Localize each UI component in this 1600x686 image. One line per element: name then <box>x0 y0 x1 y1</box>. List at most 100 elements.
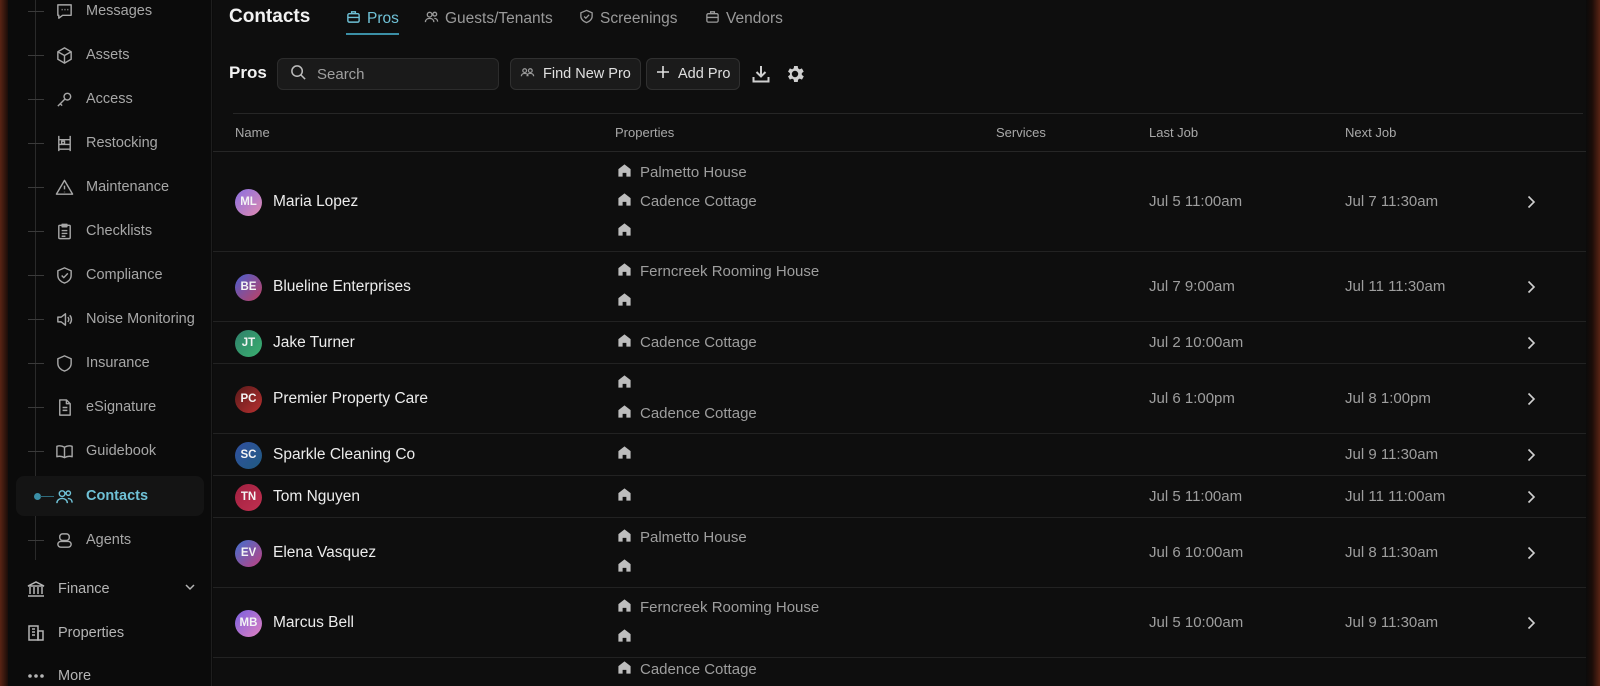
chevron-right-icon[interactable] <box>1524 392 1538 406</box>
property-item[interactable]: Cadence Cottage <box>617 660 757 679</box>
sidebar-item-label: Restocking <box>86 135 158 151</box>
sidebar-item-access[interactable]: Access <box>8 79 204 119</box>
column-header-last-job[interactable]: Last Job <box>1149 125 1198 140</box>
home-icon <box>617 374 632 393</box>
last-job-cell: Jul 6 10:00am <box>1149 544 1244 561</box>
table-row[interactable]: PC Premier Property Care Cadence Cottage Ju… <box>213 364 1586 434</box>
sidebar-item-properties[interactable]: Properties <box>18 613 204 653</box>
avatar-initials: MB <box>239 617 258 629</box>
property-item[interactable] <box>617 292 640 311</box>
contact-name: Marcus Bell <box>273 614 354 631</box>
sidebar-item-compliance[interactable]: Compliance <box>8 255 204 295</box>
add-pro-label: Add Pro <box>678 66 731 82</box>
plus-icon <box>656 65 670 83</box>
chevron-right-icon[interactable] <box>1524 490 1538 504</box>
property-item[interactable] <box>617 558 640 577</box>
sidebar-item-more[interactable]: More <box>18 656 204 686</box>
shield-check-icon <box>579 9 594 29</box>
table-row[interactable]: TN Tom Nguyen Jul 5 11:00am Jul 11 11:00am <box>213 476 1586 518</box>
property-item[interactable]: Ferncreek Rooming House <box>617 598 819 617</box>
column-header-name[interactable]: Name <box>235 125 270 140</box>
home-icon <box>617 222 632 241</box>
property-item[interactable]: Palmetto House <box>617 163 747 182</box>
agent-icon <box>54 530 74 550</box>
next-job-cell: Jul 11 11:00am <box>1345 488 1446 505</box>
sidebar-item-maintenance[interactable]: Maintenance <box>8 167 204 207</box>
chevron-down-icon[interactable] <box>184 581 196 597</box>
sidebar-item-label: Properties <box>58 625 125 641</box>
column-header-next-job[interactable]: Next Job <box>1345 125 1396 140</box>
gear-icon[interactable] <box>783 62 807 86</box>
sidebar-item-esignature[interactable]: eSignature <box>8 387 204 427</box>
column-header-properties[interactable]: Properties <box>615 125 674 140</box>
property-item[interactable] <box>617 222 640 241</box>
search-input[interactable] <box>317 65 477 83</box>
tab-label: Screenings <box>600 10 678 27</box>
property-item[interactable] <box>617 445 640 464</box>
sidebar-item-label: Finance <box>58 581 110 597</box>
more-dots-icon <box>26 666 46 686</box>
chevron-right-icon[interactable] <box>1524 546 1538 560</box>
search-box[interactable] <box>277 58 499 90</box>
sidebar-item-label: Checklists <box>86 223 153 239</box>
home-icon <box>617 660 632 679</box>
property-item[interactable]: Palmetto House <box>617 528 747 547</box>
add-pro-button[interactable]: Add Pro <box>646 58 741 90</box>
property-name: Palmetto House <box>640 529 747 547</box>
property-name: Cadence Cottage <box>640 404 757 422</box>
sidebar-item-noise-monitoring[interactable]: Noise Monitoring <box>8 299 204 339</box>
sidebar-item-assets[interactable]: Assets <box>8 35 204 75</box>
property-item[interactable] <box>617 374 640 393</box>
tab-vendors[interactable]: Vendors <box>705 7 783 31</box>
sidebar-item-restocking[interactable]: Restocking <box>8 123 204 163</box>
sidebar-item-messages[interactable]: Messages <box>8 0 204 31</box>
chevron-right-icon[interactable] <box>1524 336 1538 350</box>
table-row[interactable]: ML Maria Lopez Palmetto House Cadence Cotta… <box>213 152 1586 252</box>
bank-icon <box>26 579 46 599</box>
tab-pros[interactable]: Pros <box>346 7 399 35</box>
page-header: Contacts Pros Guests/Tenants Screenings … <box>213 0 1586 40</box>
sidebar-item-label: eSignature <box>86 399 157 415</box>
chevron-right-icon[interactable] <box>1524 280 1538 294</box>
tab-guests-tenants[interactable]: Guests/Tenants <box>424 7 553 31</box>
property-item[interactable]: Ferncreek Rooming House <box>617 262 819 281</box>
sidebar-item-insurance[interactable]: Insurance <box>8 343 204 383</box>
shield-check-icon <box>54 265 74 285</box>
chevron-right-icon[interactable] <box>1524 195 1538 209</box>
sidebar-item-label: Guidebook <box>86 443 157 459</box>
tree-connector <box>28 230 44 232</box>
warning-icon <box>54 177 74 197</box>
chevron-right-icon[interactable] <box>1524 616 1538 630</box>
avatar-initials: JT <box>241 337 256 349</box>
home-icon <box>617 262 632 281</box>
property-item[interactable]: Cadence Cottage <box>617 333 757 352</box>
clipboard-icon <box>54 221 74 241</box>
sidebar-item-label: Agents <box>86 532 132 548</box>
property-item[interactable]: Cadence Cottage <box>617 192 757 211</box>
find-new-pro-button[interactable]: Find New Pro <box>510 58 641 90</box>
table-row[interactable]: Cadence Cottage <box>213 658 1586 686</box>
avatar: PC <box>235 385 262 413</box>
sidebar-item-contacts[interactable]: Contacts <box>16 476 204 516</box>
column-header-services[interactable]: Services <box>996 125 1046 140</box>
table-row[interactable]: MB Marcus Bell Ferncreek Rooming House Jul … <box>213 588 1586 658</box>
contact-name: Premier Property Care <box>273 390 429 407</box>
tab-screenings[interactable]: Screenings <box>579 7 678 31</box>
sidebar-item-guidebook[interactable]: Guidebook <box>8 431 204 471</box>
sidebar-item-label: Messages <box>86 3 153 19</box>
download-icon[interactable] <box>749 62 773 86</box>
table-row[interactable]: EV Elena Vasquez Palmetto House Jul 6 10:00… <box>213 518 1586 588</box>
property-item[interactable] <box>617 487 640 506</box>
table-row[interactable]: JT Jake Turner Cadence Cottage Jul 2 10:00a… <box>213 322 1586 364</box>
sidebar-item-checklists[interactable]: Checklists <box>8 211 204 251</box>
property-item[interactable]: Cadence Cottage <box>617 404 757 423</box>
chevron-right-icon[interactable] <box>1524 448 1538 462</box>
next-job-cell: Jul 11 11:30am <box>1345 278 1446 295</box>
table-row[interactable]: SC Sparkle Cleaning Co Jul 9 11:30am <box>213 434 1586 476</box>
tree-connector <box>28 450 44 452</box>
property-item[interactable] <box>617 628 640 647</box>
next-job-cell: Jul 7 11:30am <box>1345 193 1439 210</box>
sidebar-item-agents[interactable]: Agents <box>8 520 204 560</box>
sidebar-item-finance[interactable]: Finance <box>18 569 204 609</box>
table-row[interactable]: BE Blueline Enterprises Ferncreek Rooming … <box>213 252 1586 322</box>
